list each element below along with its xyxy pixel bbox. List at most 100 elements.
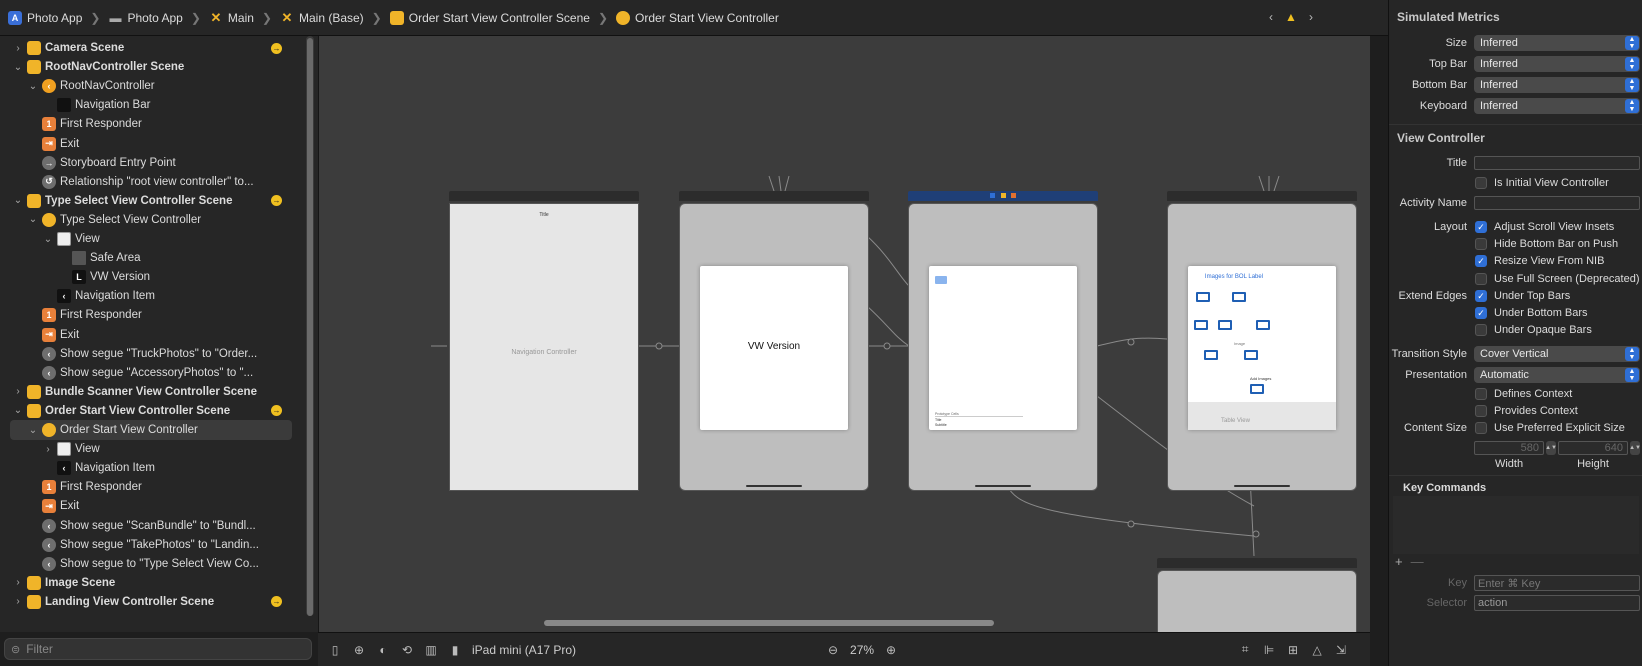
zoom-level[interactable]: 27% <box>850 643 874 657</box>
device-icon[interactable]: ▮ <box>448 643 462 657</box>
disclosure-expanded-icon[interactable]: ⌄ <box>42 234 54 245</box>
bottom-bar-popup[interactable]: Inferred ▲ ▼ <box>1474 77 1640 93</box>
orientation-icon[interactable]: ⟲ <box>400 643 414 657</box>
order-start-scene[interactable]: Prototype Cells Title Subtitle <box>908 191 1098 491</box>
disclosure-collapsed-icon[interactable]: › <box>12 386 24 397</box>
title-field[interactable] <box>1474 156 1640 170</box>
outline-item-row[interactable]: › View <box>0 439 300 459</box>
outline-scene-row[interactable]: › Image Scene <box>0 573 300 593</box>
align-icon[interactable]: ⊫ <box>1262 643 1276 657</box>
use-preferred-size-checkbox[interactable]: Use Preferred Explicit Size <box>1475 422 1625 434</box>
disclosure-collapsed-icon[interactable]: › <box>42 444 54 455</box>
device-selector[interactable]: iPad mini (A17 Pro) <box>472 643 576 657</box>
breadcrumb-item[interactable]: Order Start View Controller Scene <box>389 10 590 25</box>
activity-name-field[interactable] <box>1474 196 1640 210</box>
remove-icon[interactable]: — <box>1411 554 1424 570</box>
outline-item-row[interactable]: ⌄ View <box>0 229 300 249</box>
outline-item-row[interactable]: ↺ Relationship "root view controller" to.… <box>0 172 300 192</box>
outline-item-row[interactable]: 1 First Responder <box>0 305 300 325</box>
outline-item-row[interactable]: ⌄ Order Start View Controller <box>10 420 292 440</box>
scene-entry-badge-icon[interactable]: → <box>271 596 282 608</box>
hide-outline-icon[interactable]: ▯ <box>328 643 342 657</box>
filter-field[interactable]: ⊜ Filter <box>4 638 312 660</box>
breadcrumb-item[interactable]: ✕ Main <box>209 10 253 25</box>
breadcrumb-item[interactable]: ✕ Main (Base) <box>280 10 364 25</box>
key-field[interactable]: Enter ⌘ Key <box>1474 575 1640 591</box>
outline-item-row[interactable]: ‹ Show segue "TakePhotos" to "Landin... <box>0 535 300 555</box>
size-popup[interactable]: Inferred ▲ ▼ <box>1474 35 1640 51</box>
breadcrumb-item[interactable]: Order Start View Controller <box>616 10 779 25</box>
outline-item-row[interactable]: ‹ Navigation Item <box>0 286 300 306</box>
extend-checkbox[interactable]: ✓ Under Bottom Bars <box>1475 307 1588 320</box>
transition-style-popup[interactable]: Cover Vertical ▲ ▼ <box>1474 346 1640 362</box>
scene-entry-badge-icon[interactable]: → <box>271 195 282 207</box>
canvas-horizontal-scrollbar[interactable] <box>544 620 994 626</box>
layout-checkbox[interactable]: ✓ Adjust Scroll View Insets <box>1475 221 1614 233</box>
scene-entry-badge-icon[interactable]: → <box>271 405 282 417</box>
width-field[interactable]: 580 <box>1474 441 1544 455</box>
selector-field[interactable]: action <box>1474 595 1640 611</box>
height-field[interactable]: 640 <box>1558 441 1628 455</box>
accessibility-icon[interactable]: ⊕ <box>352 643 366 657</box>
is-initial-checkbox[interactable]: Is Initial View Controller <box>1475 177 1609 189</box>
disclosure-expanded-icon[interactable]: ⌄ <box>27 81 39 92</box>
disclosure-expanded-icon[interactable]: ⌄ <box>27 425 39 436</box>
disclosure-collapsed-icon[interactable]: › <box>12 43 24 54</box>
breadcrumb-item[interactable]: ▬ Photo App <box>108 11 182 25</box>
chevron-right-icon[interactable]: › <box>1304 10 1318 24</box>
layout-checkbox[interactable]: Hide Bottom Bar on Push <box>1475 238 1618 251</box>
outline-item-row[interactable]: ‹ Show segue "TruckPhotos" to "Order... <box>0 344 300 364</box>
outline-scene-row[interactable]: › Camera Scene → <box>0 38 300 58</box>
disclosure-collapsed-icon[interactable]: › <box>12 577 24 588</box>
outline-item-row[interactable]: ⇥ Exit <box>0 496 300 516</box>
add-constraints-icon[interactable]: ⊞ <box>1286 643 1300 657</box>
landing-scene[interactable]: Images for BOL Label Image Add Images Ta… <box>1167 191 1357 491</box>
outline-scene-row[interactable]: › Landing View Controller Scene → <box>0 592 300 612</box>
layout-checkbox[interactable]: ✓ Resize View From NIB <box>1475 255 1604 268</box>
key-commands-list[interactable] <box>1393 496 1639 554</box>
disclosure-expanded-icon[interactable]: ⌄ <box>12 62 24 73</box>
outline-item-row[interactable]: ⇥ Exit <box>0 325 300 345</box>
top-bar-popup[interactable]: Inferred ▲ ▼ <box>1474 56 1640 72</box>
outline-scrollbar[interactable] <box>306 36 314 616</box>
outline-item-row[interactable]: ‹ Show segue "ScanBundle" to "Bundl... <box>0 516 300 536</box>
update-frames-icon[interactable]: ⌗ <box>1238 642 1252 657</box>
outline-scene-row[interactable]: › Bundle Scanner View Controller Scene <box>0 382 300 402</box>
type-select-scene[interactable]: VW Version <box>679 191 869 491</box>
outline-item-row[interactable]: ‹ Navigation Item <box>0 458 300 478</box>
outline-item-row[interactable]: ‹ Show segue to "Type Select View Co... <box>0 554 300 574</box>
chevron-left-icon[interactable]: ‹ <box>1264 10 1278 24</box>
scene-entry-badge-icon[interactable]: → <box>271 42 282 54</box>
outline-item-row[interactable]: ⌄ Type Select View Controller <box>0 210 300 230</box>
outline-item-row[interactable]: Safe Area <box>0 248 300 268</box>
disclosure-expanded-icon[interactable]: ⌄ <box>12 195 24 206</box>
outline-item-row[interactable]: → Storyboard Entry Point <box>0 153 300 173</box>
outline-scene-row[interactable]: ⌄ Order Start View Controller Scene → <box>0 401 300 421</box>
embed-in-icon[interactable]: ⇲ <box>1334 643 1348 657</box>
navigation-controller-scene[interactable]: Title Navigation Controller <box>449 191 639 491</box>
breadcrumb-item[interactable]: A Photo App <box>8 10 82 25</box>
outline-item-row[interactable]: ⇥ Exit <box>0 134 300 154</box>
outline-scene-row[interactable]: ⌄ Type Select View Controller Scene → <box>0 191 300 211</box>
outline-scene-row[interactable]: ⌄ RootNavController Scene <box>0 57 300 77</box>
layout-checkbox[interactable]: Use Full Screen (Deprecated) <box>1475 272 1640 285</box>
disclosure-expanded-icon[interactable]: ⌄ <box>12 405 24 416</box>
keyboard-popup[interactable]: Inferred ▲ ▼ <box>1474 98 1640 114</box>
outline-item-row[interactable]: L VW Version <box>0 267 300 287</box>
resolve-issues-icon[interactable]: △ <box>1310 643 1324 657</box>
outline-item-row[interactable]: 1 First Responder <box>0 114 300 134</box>
disclosure-collapsed-icon[interactable]: › <box>12 596 24 607</box>
appearance-icon[interactable]: ◐ <box>376 643 390 657</box>
outline-item-row[interactable]: 1 First Responder <box>0 477 300 497</box>
height-stepper[interactable]: ▲▼ <box>1629 441 1641 455</box>
zoom-out-icon[interactable]: ⊖ <box>826 643 840 657</box>
outline-item-row[interactable]: Navigation Bar <box>0 95 300 115</box>
add-icon[interactable]: + <box>1395 554 1403 570</box>
defines-context-checkbox[interactable]: Defines Context <box>1475 388 1572 400</box>
disclosure-expanded-icon[interactable]: ⌄ <box>27 214 39 225</box>
outline-item-row[interactable]: ⌄ ‹ RootNavController <box>0 76 300 96</box>
storyboard-canvas[interactable]: Title Navigation Controller VW Version P… <box>318 36 1370 632</box>
warning-icon[interactable]: ▲ <box>1284 10 1298 24</box>
provides-context-checkbox[interactable]: Provides Context <box>1475 405 1578 417</box>
extend-checkbox[interactable]: Under Opaque Bars <box>1475 324 1592 337</box>
